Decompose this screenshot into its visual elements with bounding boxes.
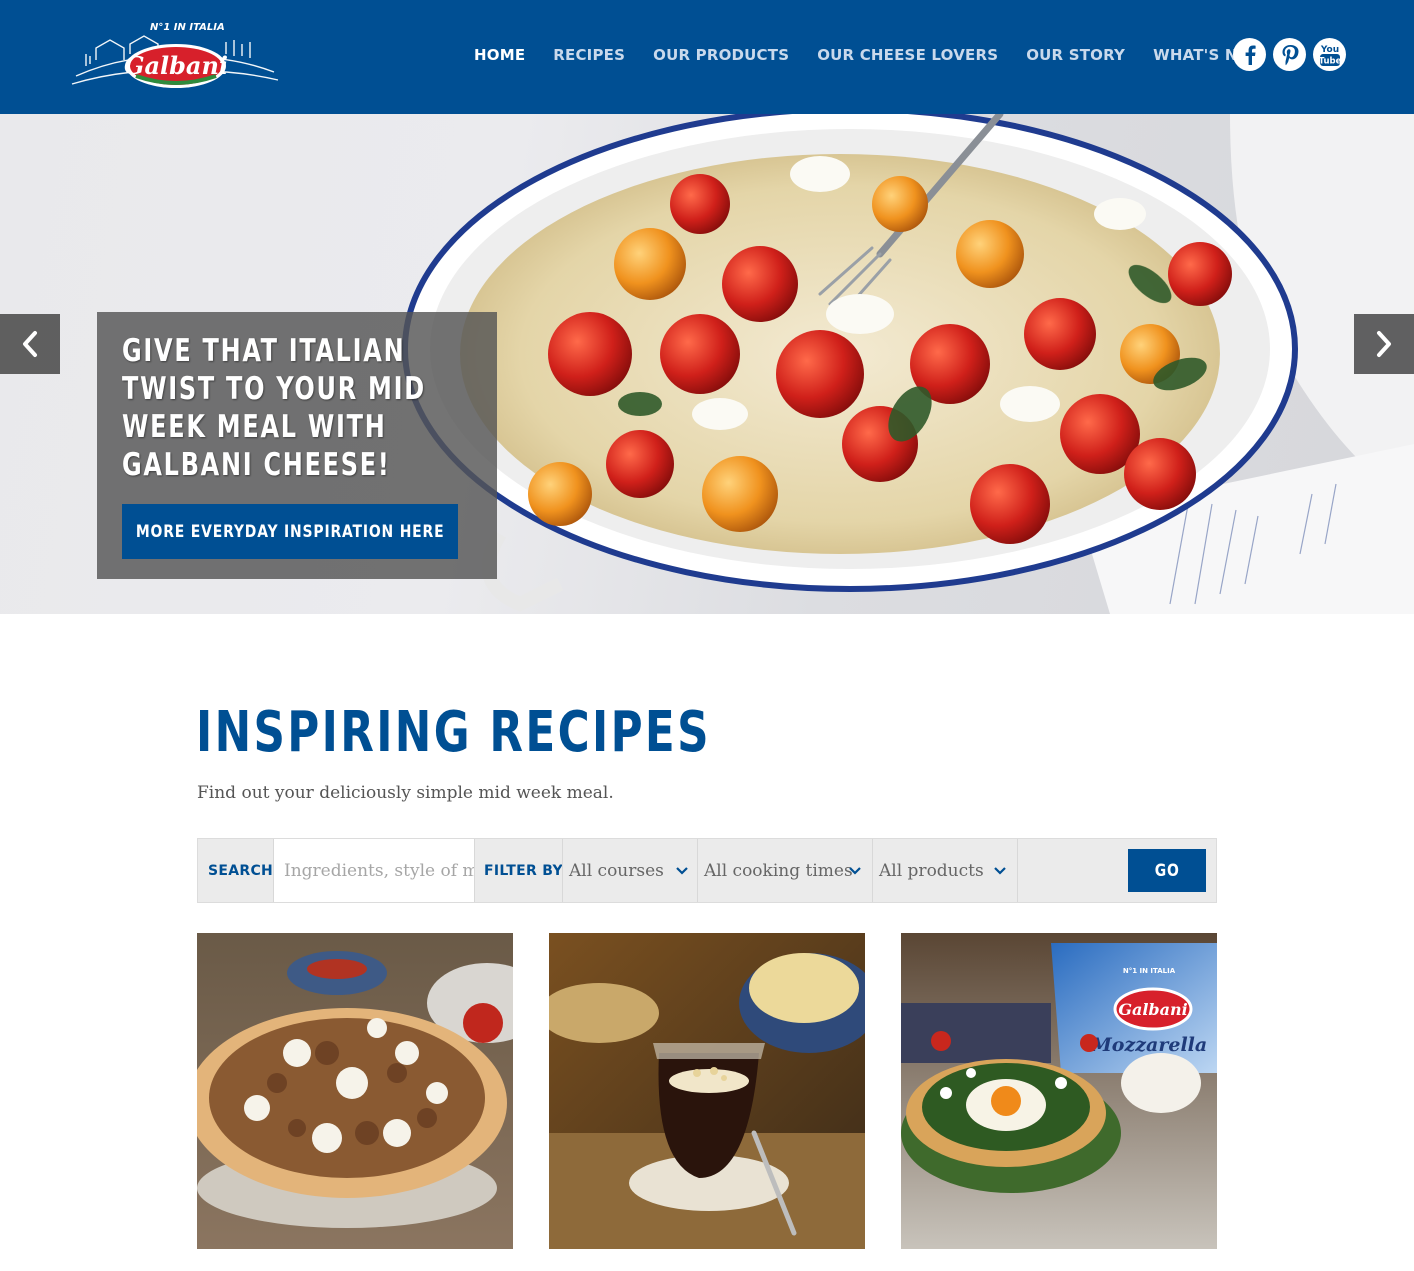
pinterest-button[interactable] [1273,38,1306,71]
svg-text:N°1 IN ITALIA: N°1 IN ITALIA [150,22,225,33]
svg-text:N°1 IN ITALIA: N°1 IN ITALIA [1123,967,1176,975]
go-button[interactable]: GO [1128,849,1206,892]
nav-our-cheese-lovers[interactable]: OUR CHEESE LOVERS [817,46,998,64]
chevron-down-icon [849,867,861,875]
svg-text:Tube: Tube [1318,56,1341,66]
divider [1017,839,1018,902]
nav-recipes[interactable]: RECIPES [553,46,625,64]
filter-by-label: FILTER BY [484,862,563,879]
section-subtitle: Find out your deliciously simple mid wee… [197,783,614,803]
chevron-down-icon [676,867,688,875]
hero-caption: GIVE THAT ITALIAN TWIST TO YOUR MID WEEK… [97,312,497,579]
hero-prev-button[interactable] [0,314,60,374]
svg-text:You: You [1319,45,1338,55]
chevron-right-icon [1377,331,1391,357]
main-nav: HOME RECIPES OUR PRODUCTS OUR CHEESE LOV… [460,0,1279,110]
youtube-button[interactable]: You Tube [1313,38,1346,71]
facebook-button[interactable] [1233,38,1266,71]
recipe-filter-bar: SEARCH FILTER BY All courses All cooking… [197,838,1217,903]
recipe-card-tart[interactable]: N°1 IN ITALIA Galbani Mozzarella [901,933,1217,1249]
hero-title: GIVE THAT ITALIAN TWIST TO YOUR MID WEEK… [122,333,426,483]
svg-text:Galbani: Galbani [1118,1000,1187,1019]
more-inspiration-label: MORE EVERYDAY INSPIRATION HERE [135,521,445,542]
courses-select[interactable]: All courses [563,839,697,902]
recipe-image [197,933,513,1249]
recipe-card-dessert[interactable] [549,933,865,1249]
youtube-icon: You Tube [1318,45,1341,67]
site-header: N°1 IN ITALIA Galbani HOME RECIPES OUR P… [0,0,1414,114]
pinterest-icon [1282,44,1298,65]
svg-text:Galbani: Galbani [124,51,228,80]
recipe-image [549,933,865,1249]
go-label: GO [1154,860,1180,881]
hero-next-button[interactable] [1354,314,1414,374]
svg-text:Mozzarella: Mozzarella [1090,1034,1207,1056]
nav-home[interactable]: HOME [474,46,525,64]
recipe-card-pizza[interactable] [197,933,513,1249]
chevron-left-icon [23,331,37,357]
cooking-times-value: All cooking times [704,860,853,881]
cooking-times-select[interactable]: All cooking times [698,839,872,902]
facebook-icon [1245,45,1256,65]
search-input[interactable] [274,839,474,902]
more-inspiration-button[interactable]: MORE EVERYDAY INSPIRATION HERE [122,504,458,559]
search-label: SEARCH [208,862,274,879]
products-select[interactable]: All products [873,839,1017,902]
products-value: All products [879,860,984,881]
hero-slider: GIVE THAT ITALIAN TWIST TO YOUR MID WEEK… [0,114,1414,614]
nav-our-products[interactable]: OUR PRODUCTS [653,46,789,64]
nav-our-story[interactable]: OUR STORY [1026,46,1125,64]
chevron-down-icon [994,867,1006,875]
recipe-image: N°1 IN ITALIA Galbani Mozzarella [901,933,1217,1249]
galbani-logo[interactable]: N°1 IN ITALIA Galbani [66,14,284,98]
section-title: INSPIRING RECIPES [196,700,711,765]
courses-value: All courses [569,860,664,881]
divider [474,839,475,902]
